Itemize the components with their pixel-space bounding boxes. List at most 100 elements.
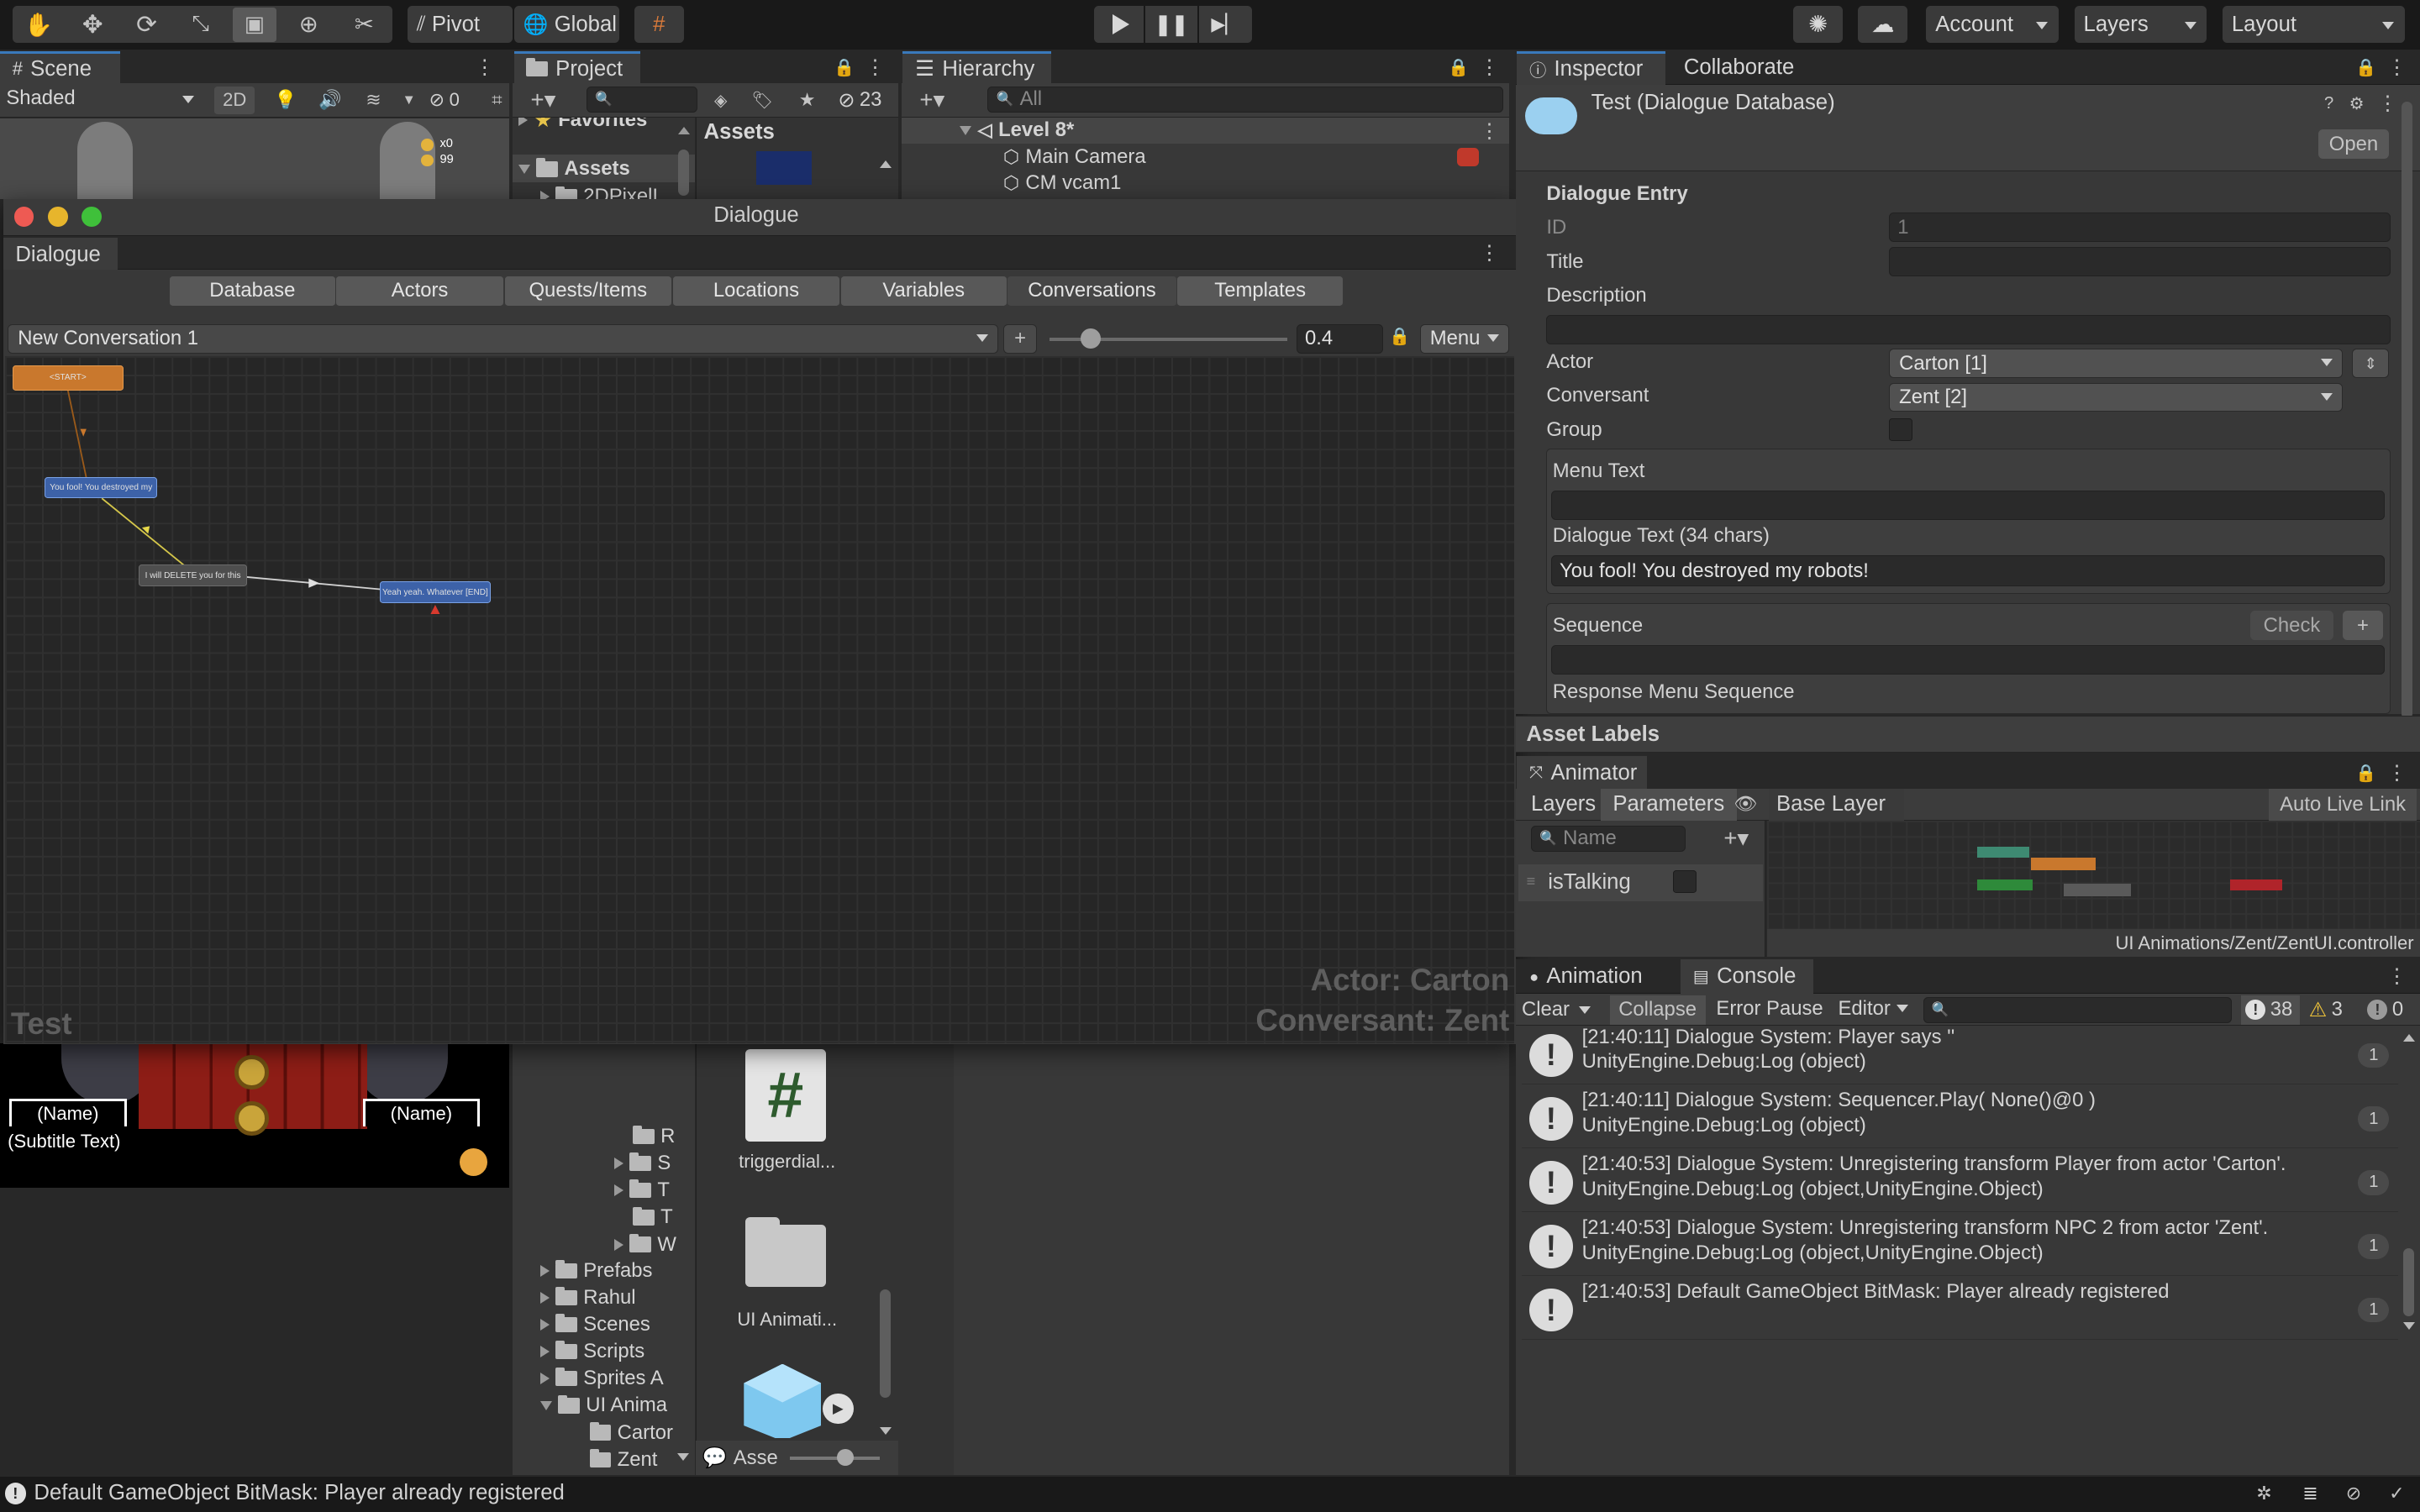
more-menu-icon[interactable]: ⋮ xyxy=(2386,54,2408,81)
project-tree-folder[interactable]: Sprites A xyxy=(539,1367,664,1390)
lock-icon[interactable]: 🔒 xyxy=(2355,54,2377,81)
description-field[interactable] xyxy=(1546,314,2391,344)
parameter-search-input[interactable]: 🔍 Name xyxy=(1531,825,1686,852)
tab-parameters[interactable]: Parameters xyxy=(1600,788,1737,822)
swap-actors-button[interactable]: ⇕ xyxy=(2352,349,2390,378)
prefab-cube-icon[interactable] xyxy=(738,1357,828,1438)
layers-dropdown[interactable]: Layers xyxy=(2074,6,2207,44)
start-node[interactable]: <START> xyxy=(12,365,124,391)
breadcrumb[interactable]: Base Layer xyxy=(1768,788,1905,822)
warning-filter-toggle[interactable]: ⚠ 3 xyxy=(2309,995,2361,1025)
project-tree-folder[interactable]: UI Anima xyxy=(539,1394,667,1417)
tab-collaborate[interactable]: Collaborate xyxy=(1671,51,1810,85)
anim-state-node[interactable] xyxy=(2230,879,2283,890)
dialogue-text-field[interactable]: You fool! You destroyed my robots! xyxy=(1550,555,2385,586)
sequence-field[interactable] xyxy=(1550,644,2385,675)
console-log-row[interactable]: ! [21:40:53] Dialogue System: Unregisteri… xyxy=(1521,1149,2399,1212)
script-asset[interactable]: # triggerdial... xyxy=(733,1048,838,1188)
collapse-toggle[interactable]: Collapse xyxy=(1609,995,1706,1025)
project-tree-item[interactable]: T xyxy=(633,1205,673,1229)
console-log-row[interactable]: ! [21:40:11] Dialogue System: Player says… xyxy=(1521,1021,2399,1085)
tab-animation[interactable]: ● Animation xyxy=(1517,959,1674,993)
network-icon[interactable]: ⊘ xyxy=(2339,1481,2367,1505)
project-tree-item[interactable]: R xyxy=(633,1125,675,1148)
more-menu-icon[interactable]: ⋮ xyxy=(2386,963,2408,990)
project-tree-item[interactable]: T xyxy=(614,1179,670,1202)
slider-thumb[interactable] xyxy=(836,1448,854,1466)
project-tree-item[interactable]: W xyxy=(614,1233,676,1257)
animator-icon: ⤧ xyxy=(1529,763,1544,782)
menu-text-field[interactable] xyxy=(1550,491,2385,520)
link-arrow xyxy=(308,578,320,588)
actor-dropdown[interactable]: Carton [1] xyxy=(1889,349,2344,378)
clear-button[interactable]: Clear xyxy=(1522,997,1602,1023)
anim-state-node[interactable] xyxy=(1976,847,2030,858)
tab-inspector[interactable]: ⓘ Inspector xyxy=(1517,50,1665,86)
console-log-row[interactable]: ! [21:40:53] Dialogue System: Unregisteri… xyxy=(1521,1212,2399,1276)
error-filter-toggle[interactable]: ! 0 xyxy=(2367,995,2417,1025)
project-tree-folder[interactable]: Rahul xyxy=(539,1286,636,1310)
lock-icon[interactable]: 🔒 xyxy=(2355,759,2377,787)
check-button[interactable]: Check xyxy=(2249,611,2334,641)
drag-handle-icon[interactable]: ≡ xyxy=(1526,872,1539,890)
npc-node[interactable]: You fool! You destroyed my xyxy=(45,476,158,499)
more-menu-icon[interactable]: ⋮ xyxy=(2386,759,2408,787)
layout-dropdown[interactable]: Layout xyxy=(2222,6,2405,44)
conversant-label: Conversant xyxy=(1546,384,1649,407)
id-field: 1 xyxy=(1889,213,2391,243)
console-search-input[interactable]: 🔍 xyxy=(1923,996,2232,1023)
preset-icon[interactable]: ⚙ xyxy=(2346,92,2368,114)
inspector-scrollbar[interactable] xyxy=(2398,87,2417,719)
console-log-row[interactable]: ! [21:40:11] Dialogue System: Sequencer.P… xyxy=(1521,1085,2399,1149)
project-tree-folder[interactable]: Scripts xyxy=(539,1340,644,1363)
anim-state-node[interactable] xyxy=(2031,858,2096,870)
warning-icon: ⚠ xyxy=(2308,998,2328,1021)
project-tree-folder[interactable]: Scenes xyxy=(539,1313,650,1336)
conversant-dropdown[interactable]: Zent [2] xyxy=(1889,382,2344,412)
log-message: [21:40:53] Dialogue System: Unregisterin… xyxy=(1581,1152,2286,1200)
auto-live-link-button[interactable]: Auto Live Link xyxy=(2268,788,2417,822)
project-tree-item[interactable]: S xyxy=(614,1152,671,1175)
project-tree-folder[interactable]: Prefabs xyxy=(539,1259,652,1283)
console-log-row[interactable]: ! [21:40:53] Default GameObject BitMask: … xyxy=(1521,1276,2399,1340)
editor-dropdown[interactable]: Editor xyxy=(1839,997,1916,1021)
add-sequence-button[interactable]: + xyxy=(2343,611,2383,641)
anim-state-node[interactable] xyxy=(2063,884,2132,897)
log-filter-toggle[interactable]: ! 38 xyxy=(2240,995,2300,1025)
group-checkbox[interactable] xyxy=(1889,417,1912,442)
tab-animator[interactable]: ⤧ Animator xyxy=(1517,755,1647,790)
zoom-slider[interactable] xyxy=(790,1448,880,1466)
debug-icon[interactable]: ✲ xyxy=(2250,1481,2278,1505)
folder-asset[interactable]: UI Animati... xyxy=(733,1213,838,1336)
player-node[interactable]: I will DELETE you for this xyxy=(139,564,247,586)
more-menu-icon[interactable]: ⋮ xyxy=(2377,92,2399,115)
open-button[interactable]: Open xyxy=(2317,129,2390,160)
anim-state-node[interactable] xyxy=(1976,879,2033,890)
project-tree-folder[interactable]: Cartor xyxy=(589,1421,673,1445)
tab-layers[interactable]: Layers xyxy=(1518,789,1608,822)
response-menu-label: Response Menu Sequence xyxy=(1552,680,1795,703)
tree-scrollbar[interactable] xyxy=(675,1043,693,1467)
animator-graph[interactable] xyxy=(1767,821,2420,929)
help-icon[interactable]: ? xyxy=(2318,92,2340,114)
console-scrollbar[interactable] xyxy=(2400,1026,2418,1334)
assets-scrollbar[interactable] xyxy=(876,1043,895,1441)
project-tree-folder[interactable]: Zent xyxy=(589,1448,657,1472)
error-pause-toggle[interactable]: Error Pause xyxy=(1716,997,1823,1021)
account-dropdown[interactable]: Account xyxy=(1926,6,2060,44)
tab-console[interactable]: ▤ Console xyxy=(1681,959,1814,994)
progress-check-icon[interactable]: ✓ xyxy=(2383,1481,2411,1505)
eye-icon[interactable]: 👁 xyxy=(1732,791,1760,816)
status-message[interactable]: Default GameObject BitMask: Player alrea… xyxy=(34,1481,564,1505)
chevron-down-icon xyxy=(2036,21,2049,29)
title-field[interactable] xyxy=(1889,246,2391,276)
preview-play-icon[interactable]: ▶ xyxy=(822,1393,854,1425)
parameter-checkbox[interactable] xyxy=(1672,869,1697,894)
name-plate-left: (Name) xyxy=(9,1098,127,1126)
add-parameter-button[interactable]: +▾ xyxy=(1713,825,1760,852)
cache-icon[interactable]: ≣ xyxy=(2296,1481,2324,1505)
cloud-button[interactable]: ☁ xyxy=(1858,6,1908,44)
npc-node[interactable]: Yeah yeah. Whatever [END] xyxy=(379,581,492,604)
scroll-down-icon xyxy=(2402,1322,2415,1331)
services-button[interactable]: ✺ xyxy=(1793,6,1843,44)
